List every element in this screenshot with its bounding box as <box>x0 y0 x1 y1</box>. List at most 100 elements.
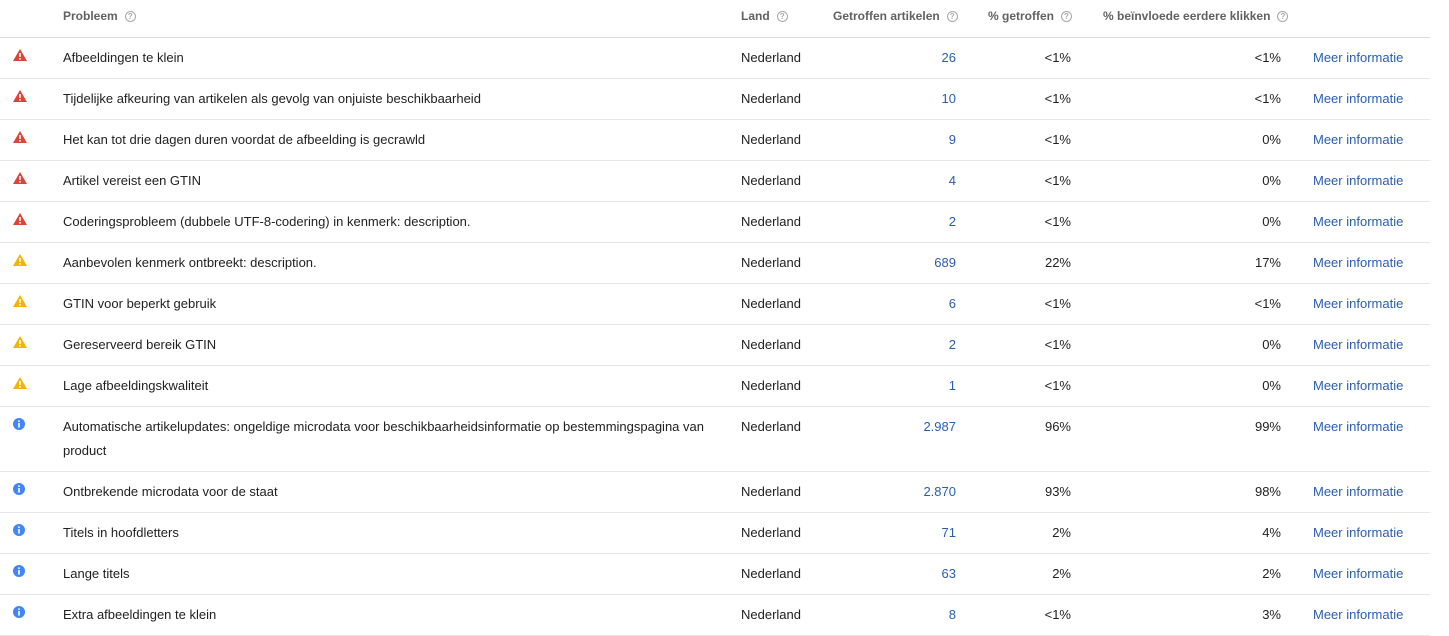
affected-count-link[interactable]: 9 <box>949 128 956 152</box>
error-icon <box>13 131 27 143</box>
severity-icon <box>13 90 27 102</box>
affected-count-link[interactable]: 2.987 <box>923 415 956 439</box>
more-info-link[interactable]: Meer informatie <box>1313 87 1403 111</box>
pct-affected-text: <1% <box>1044 91 1071 106</box>
affected-count-link[interactable]: 63 <box>942 562 956 586</box>
affected-count-link[interactable]: 4 <box>949 169 956 193</box>
affected-count-link[interactable]: 6 <box>949 292 956 316</box>
country-text: Nederland <box>741 607 801 622</box>
issue-text: Aanbevolen kenmerk ontbreekt: descriptio… <box>63 255 317 270</box>
pct-clicks-text: <1% <box>1254 296 1281 311</box>
table-row: Automatische artikelupdates: ongeldige m… <box>0 407 1430 472</box>
table-row: Ontbrekende microdata voor de staat Nede… <box>0 472 1430 513</box>
issue-text: Automatische artikelupdates: ongeldige m… <box>63 419 704 458</box>
table-row: Coderingsprobleem (dubbele UTF-8-coderin… <box>0 202 1430 243</box>
affected-count-link[interactable]: 1 <box>949 374 956 398</box>
table-row: Gereserveerd bereik GTIN Nederland 2 <1%… <box>0 325 1430 366</box>
info-icon <box>13 418 25 430</box>
more-info-link[interactable]: Meer informatie <box>1313 603 1403 627</box>
column-header-pct-affected[interactable]: % getroffen ? <box>988 9 1072 23</box>
pct-clicks-text: 99% <box>1254 419 1281 434</box>
error-icon <box>13 213 27 225</box>
pct-affected-text: 2% <box>1052 525 1071 540</box>
affected-count-link[interactable]: 71 <box>942 521 956 545</box>
table-row: Afbeeldingen te klein Nederland 26 <1% <… <box>0 38 1430 79</box>
affected-count-link[interactable]: 2 <box>949 210 956 234</box>
more-info-link[interactable]: Meer informatie <box>1313 415 1403 439</box>
affected-count-link[interactable]: 2.870 <box>923 480 956 504</box>
pct-clicks-text: 98% <box>1254 484 1281 499</box>
severity-icon <box>13 606 25 618</box>
issues-table: Probleem ? Land ? Getroffen artikelen ? … <box>0 0 1430 636</box>
column-header-issue-label: Probleem <box>63 9 118 23</box>
affected-count-link[interactable]: 2 <box>949 333 956 357</box>
severity-icon <box>13 254 27 266</box>
column-header-pct-clicks[interactable]: % beïnvloede eerdere klikken ? <box>1103 9 1289 23</box>
column-header-pct-affected-label: % getroffen <box>988 9 1054 23</box>
more-info-link[interactable]: Meer informatie <box>1313 333 1403 357</box>
help-icon[interactable]: ? <box>1061 10 1072 22</box>
issue-text: Titels in hoofdletters <box>63 525 179 540</box>
help-icon[interactable]: ? <box>1277 10 1289 22</box>
severity-icon <box>13 131 27 143</box>
pct-clicks-text: 0% <box>1262 378 1281 393</box>
column-header-issue[interactable]: Probleem ? <box>63 9 136 23</box>
more-info-link[interactable]: Meer informatie <box>1313 251 1403 275</box>
country-text: Nederland <box>741 296 801 311</box>
country-text: Nederland <box>741 91 801 106</box>
table-row: Aanbevolen kenmerk ontbreekt: descriptio… <box>0 243 1430 284</box>
warning-icon <box>13 377 27 389</box>
issue-text: Artikel vereist een GTIN <box>63 173 201 188</box>
pct-clicks-text: 3% <box>1262 607 1281 622</box>
pct-affected-text: <1% <box>1044 607 1071 622</box>
country-text: Nederland <box>741 525 801 540</box>
affected-count-link[interactable]: 26 <box>942 46 956 70</box>
warning-icon <box>13 254 27 266</box>
table-row: Het kan tot drie dagen duren voordat de … <box>0 120 1430 161</box>
affected-count-link[interactable]: 689 <box>934 251 956 275</box>
country-text: Nederland <box>741 337 801 352</box>
column-header-affected-label: Getroffen artikelen <box>833 9 940 23</box>
error-icon <box>13 90 27 102</box>
country-text: Nederland <box>741 255 801 270</box>
more-info-link[interactable]: Meer informatie <box>1313 521 1403 545</box>
pct-clicks-text: <1% <box>1254 50 1281 65</box>
help-icon[interactable]: ? <box>124 10 136 22</box>
table-row: Lage afbeeldingskwaliteit Nederland 1 <1… <box>0 366 1430 407</box>
help-icon[interactable]: ? <box>776 10 788 22</box>
table-row: Extra afbeeldingen te klein Nederland 8 … <box>0 595 1430 636</box>
pct-affected-text: <1% <box>1044 132 1071 147</box>
severity-icon <box>13 295 27 307</box>
column-header-pct-clicks-label: % beïnvloede eerdere klikken <box>1103 9 1271 23</box>
more-info-link[interactable]: Meer informatie <box>1313 562 1403 586</box>
column-header-affected[interactable]: Getroffen artikelen ? <box>833 9 958 23</box>
issue-text: Ontbrekende microdata voor de staat <box>63 484 278 499</box>
more-info-link[interactable]: Meer informatie <box>1313 46 1403 70</box>
help-icon[interactable]: ? <box>946 10 958 22</box>
issue-text: Lange titels <box>63 566 130 581</box>
more-info-link[interactable]: Meer informatie <box>1313 292 1403 316</box>
affected-count-link[interactable]: 8 <box>949 603 956 627</box>
more-info-link[interactable]: Meer informatie <box>1313 169 1403 193</box>
more-info-link[interactable]: Meer informatie <box>1313 374 1403 398</box>
column-header-country[interactable]: Land ? <box>741 9 788 23</box>
country-text: Nederland <box>741 419 801 434</box>
info-icon <box>13 606 25 618</box>
table-row: Titels in hoofdletters Nederland 71 2% 4… <box>0 513 1430 554</box>
more-info-link[interactable]: Meer informatie <box>1313 480 1403 504</box>
country-text: Nederland <box>741 214 801 229</box>
error-icon <box>13 172 27 184</box>
more-info-link[interactable]: Meer informatie <box>1313 210 1403 234</box>
pct-clicks-text: 0% <box>1262 132 1281 147</box>
issue-text: Gereserveerd bereik GTIN <box>63 337 217 352</box>
pct-affected-text: <1% <box>1044 337 1071 352</box>
pct-affected-text: <1% <box>1044 214 1071 229</box>
more-info-link[interactable]: Meer informatie <box>1313 128 1403 152</box>
warning-icon <box>13 295 27 307</box>
table-row: Tijdelijke afkeuring van artikelen als g… <box>0 79 1430 120</box>
affected-count-link[interactable]: 10 <box>942 87 956 111</box>
issue-text: Tijdelijke afkeuring van artikelen als g… <box>63 91 481 106</box>
info-icon <box>13 565 25 577</box>
column-header-country-label: Land <box>741 9 770 23</box>
pct-affected-text: <1% <box>1044 173 1071 188</box>
